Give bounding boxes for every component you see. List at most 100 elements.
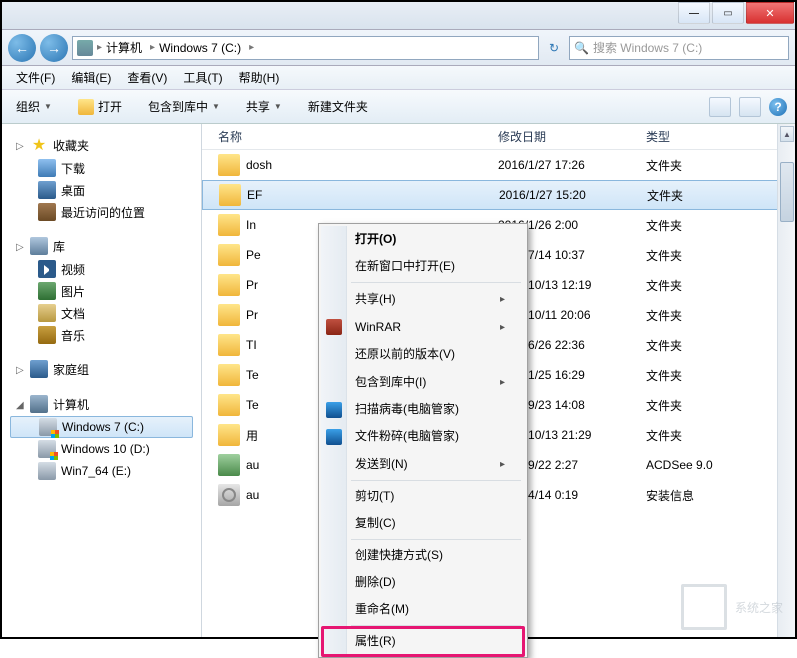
- sidebar-favorites-header[interactable]: ▷★收藏夹: [10, 134, 193, 157]
- context-menu-item[interactable]: 文件粉碎(电脑管家): [321, 423, 525, 450]
- context-menu-item[interactable]: 共享(H): [321, 285, 525, 313]
- menu-file[interactable]: 文件(F): [8, 66, 63, 89]
- breadcrumb-seg[interactable]: 计算机: [106, 39, 142, 56]
- sidebar-item-documents[interactable]: 文档: [10, 302, 193, 324]
- context-menu-item[interactable]: 还原以前的版本(V): [321, 341, 525, 368]
- forward-button[interactable]: →: [40, 34, 68, 62]
- image-icon: [218, 454, 240, 476]
- window-titlebar: [2, 2, 795, 30]
- context-menu-item[interactable]: 包含到库中(I): [321, 368, 525, 396]
- context-menu-label: 重命名(M): [355, 600, 409, 619]
- context-menu-item[interactable]: 删除(D): [321, 569, 525, 596]
- include-in-library-button[interactable]: 包含到库中: [142, 95, 226, 118]
- minimize-button[interactable]: [678, 2, 710, 24]
- context-menu-item[interactable]: 创建快捷方式(S): [321, 542, 525, 569]
- music-icon: [38, 326, 56, 344]
- context-menu-separator: [351, 539, 521, 540]
- computer-icon: [30, 395, 48, 413]
- context-menu-item[interactable]: 打开(O): [321, 226, 525, 253]
- sidebar-item-drive-d[interactable]: Windows 10 (D:): [10, 438, 193, 460]
- file-type: 文件夹: [647, 187, 794, 204]
- file-date: 2016/1/27 15:20: [499, 188, 647, 202]
- video-icon: [38, 260, 56, 278]
- sidebar-item-label: 视频: [61, 261, 85, 278]
- menu-view[interactable]: 查看(V): [119, 66, 175, 89]
- back-button[interactable]: ←: [8, 34, 36, 62]
- scroll-up-button[interactable]: ▲: [780, 126, 794, 142]
- file-row[interactable]: EF2016/1/27 15:20文件夹: [202, 180, 795, 210]
- maximize-button[interactable]: [712, 2, 744, 24]
- nav-bar: ← → ▸计算机 ▸Windows 7 (C:) ▸ ↻ 🔍 搜索 Window…: [2, 30, 795, 66]
- sidebar-item-pictures[interactable]: 图片: [10, 280, 193, 302]
- preview-pane-button[interactable]: [739, 97, 761, 117]
- context-menu-item[interactable]: 在新窗口中打开(E): [321, 253, 525, 280]
- context-menu-item[interactable]: 扫描病毒(电脑管家): [321, 396, 525, 423]
- organize-button[interactable]: 组织: [10, 95, 58, 118]
- context-menu-item[interactable]: 属性(R): [321, 628, 525, 655]
- submenu-arrow-icon: [500, 289, 505, 309]
- expand-icon: ▷: [16, 365, 25, 374]
- library-icon: [30, 237, 48, 255]
- submenu-arrow-icon: [500, 454, 505, 474]
- share-button[interactable]: 共享: [240, 95, 288, 118]
- folder-icon: [218, 244, 240, 266]
- sidebar-item-downloads[interactable]: 下载: [10, 157, 193, 179]
- sidebar-homegroup-header[interactable]: ▷ 家庭组: [10, 358, 193, 381]
- close-button[interactable]: [746, 2, 794, 24]
- refresh-button[interactable]: ↻: [543, 37, 565, 59]
- vertical-scrollbar[interactable]: ▲: [777, 124, 795, 637]
- sidebar-item-music[interactable]: 音乐: [10, 324, 193, 346]
- context-menu-label: 发送到(N): [355, 455, 408, 474]
- menu-tools[interactable]: 工具(T): [175, 66, 230, 89]
- context-menu-item[interactable]: 剪切(T): [321, 483, 525, 510]
- scroll-thumb[interactable]: [780, 162, 794, 222]
- sidebar-label: 库: [53, 238, 65, 255]
- column-type[interactable]: 类型: [646, 128, 795, 145]
- shield-icon: [326, 402, 342, 418]
- sidebar-item-label: 下载: [61, 160, 85, 177]
- context-menu-label: 删除(D): [355, 573, 396, 592]
- file-type: 文件夹: [646, 247, 795, 264]
- chevron-icon: ▸: [97, 42, 102, 53]
- help-button[interactable]: ?: [769, 98, 787, 116]
- sidebar-item-desktop[interactable]: 桌面: [10, 179, 193, 201]
- sidebar-libraries-header[interactable]: ▷库: [10, 235, 193, 258]
- expand-icon: ▷: [16, 141, 25, 150]
- sidebar-computer-header[interactable]: ◢计算机: [10, 393, 193, 416]
- file-type: 文件夹: [646, 217, 795, 234]
- folder-icon: [219, 184, 241, 206]
- new-folder-button[interactable]: 新建文件夹: [302, 95, 374, 118]
- context-menu-label: 包含到库中(I): [355, 373, 426, 392]
- context-menu-label: 扫描病毒(电脑管家): [355, 400, 459, 419]
- context-menu-item[interactable]: 复制(C): [321, 510, 525, 537]
- context-menu-item[interactable]: 重命名(M): [321, 596, 525, 623]
- sidebar-item-videos[interactable]: 视频: [10, 258, 193, 280]
- context-menu-item[interactable]: WinRAR: [321, 313, 525, 341]
- search-input[interactable]: 🔍 搜索 Windows 7 (C:): [569, 36, 789, 60]
- context-menu-label: 复制(C): [355, 514, 396, 533]
- breadcrumb[interactable]: ▸计算机 ▸Windows 7 (C:) ▸: [72, 36, 539, 60]
- drive-icon: [77, 40, 93, 56]
- sidebar-item-label: 最近访问的位置: [61, 204, 145, 221]
- menu-edit[interactable]: 编辑(E): [63, 66, 119, 89]
- submenu-arrow-icon: [500, 317, 505, 337]
- open-button[interactable]: 打开: [72, 95, 128, 118]
- sidebar-item-label: 图片: [61, 283, 85, 300]
- context-menu-item[interactable]: 发送到(N): [321, 450, 525, 478]
- folder-icon: [218, 304, 240, 326]
- menu-help[interactable]: 帮助(H): [231, 66, 288, 89]
- view-mode-button[interactable]: [709, 97, 731, 117]
- column-name[interactable]: 名称: [218, 128, 498, 145]
- file-name: EF: [247, 188, 499, 202]
- context-menu-label: WinRAR: [355, 318, 401, 337]
- column-date[interactable]: 修改日期: [498, 128, 646, 145]
- sidebar-item-drive-e[interactable]: Win7_64 (E:): [10, 460, 193, 482]
- sidebar-item-label: 桌面: [61, 182, 85, 199]
- sidebar-item-drive-c[interactable]: Windows 7 (C:): [10, 416, 193, 438]
- folder-icon: [78, 99, 94, 115]
- sidebar-item-recent[interactable]: 最近访问的位置: [10, 201, 193, 223]
- drive-icon: [38, 462, 56, 480]
- breadcrumb-seg[interactable]: Windows 7 (C:): [159, 41, 241, 55]
- sidebar-label: 家庭组: [53, 361, 89, 378]
- file-row[interactable]: dosh2016/1/27 17:26文件夹: [202, 150, 795, 180]
